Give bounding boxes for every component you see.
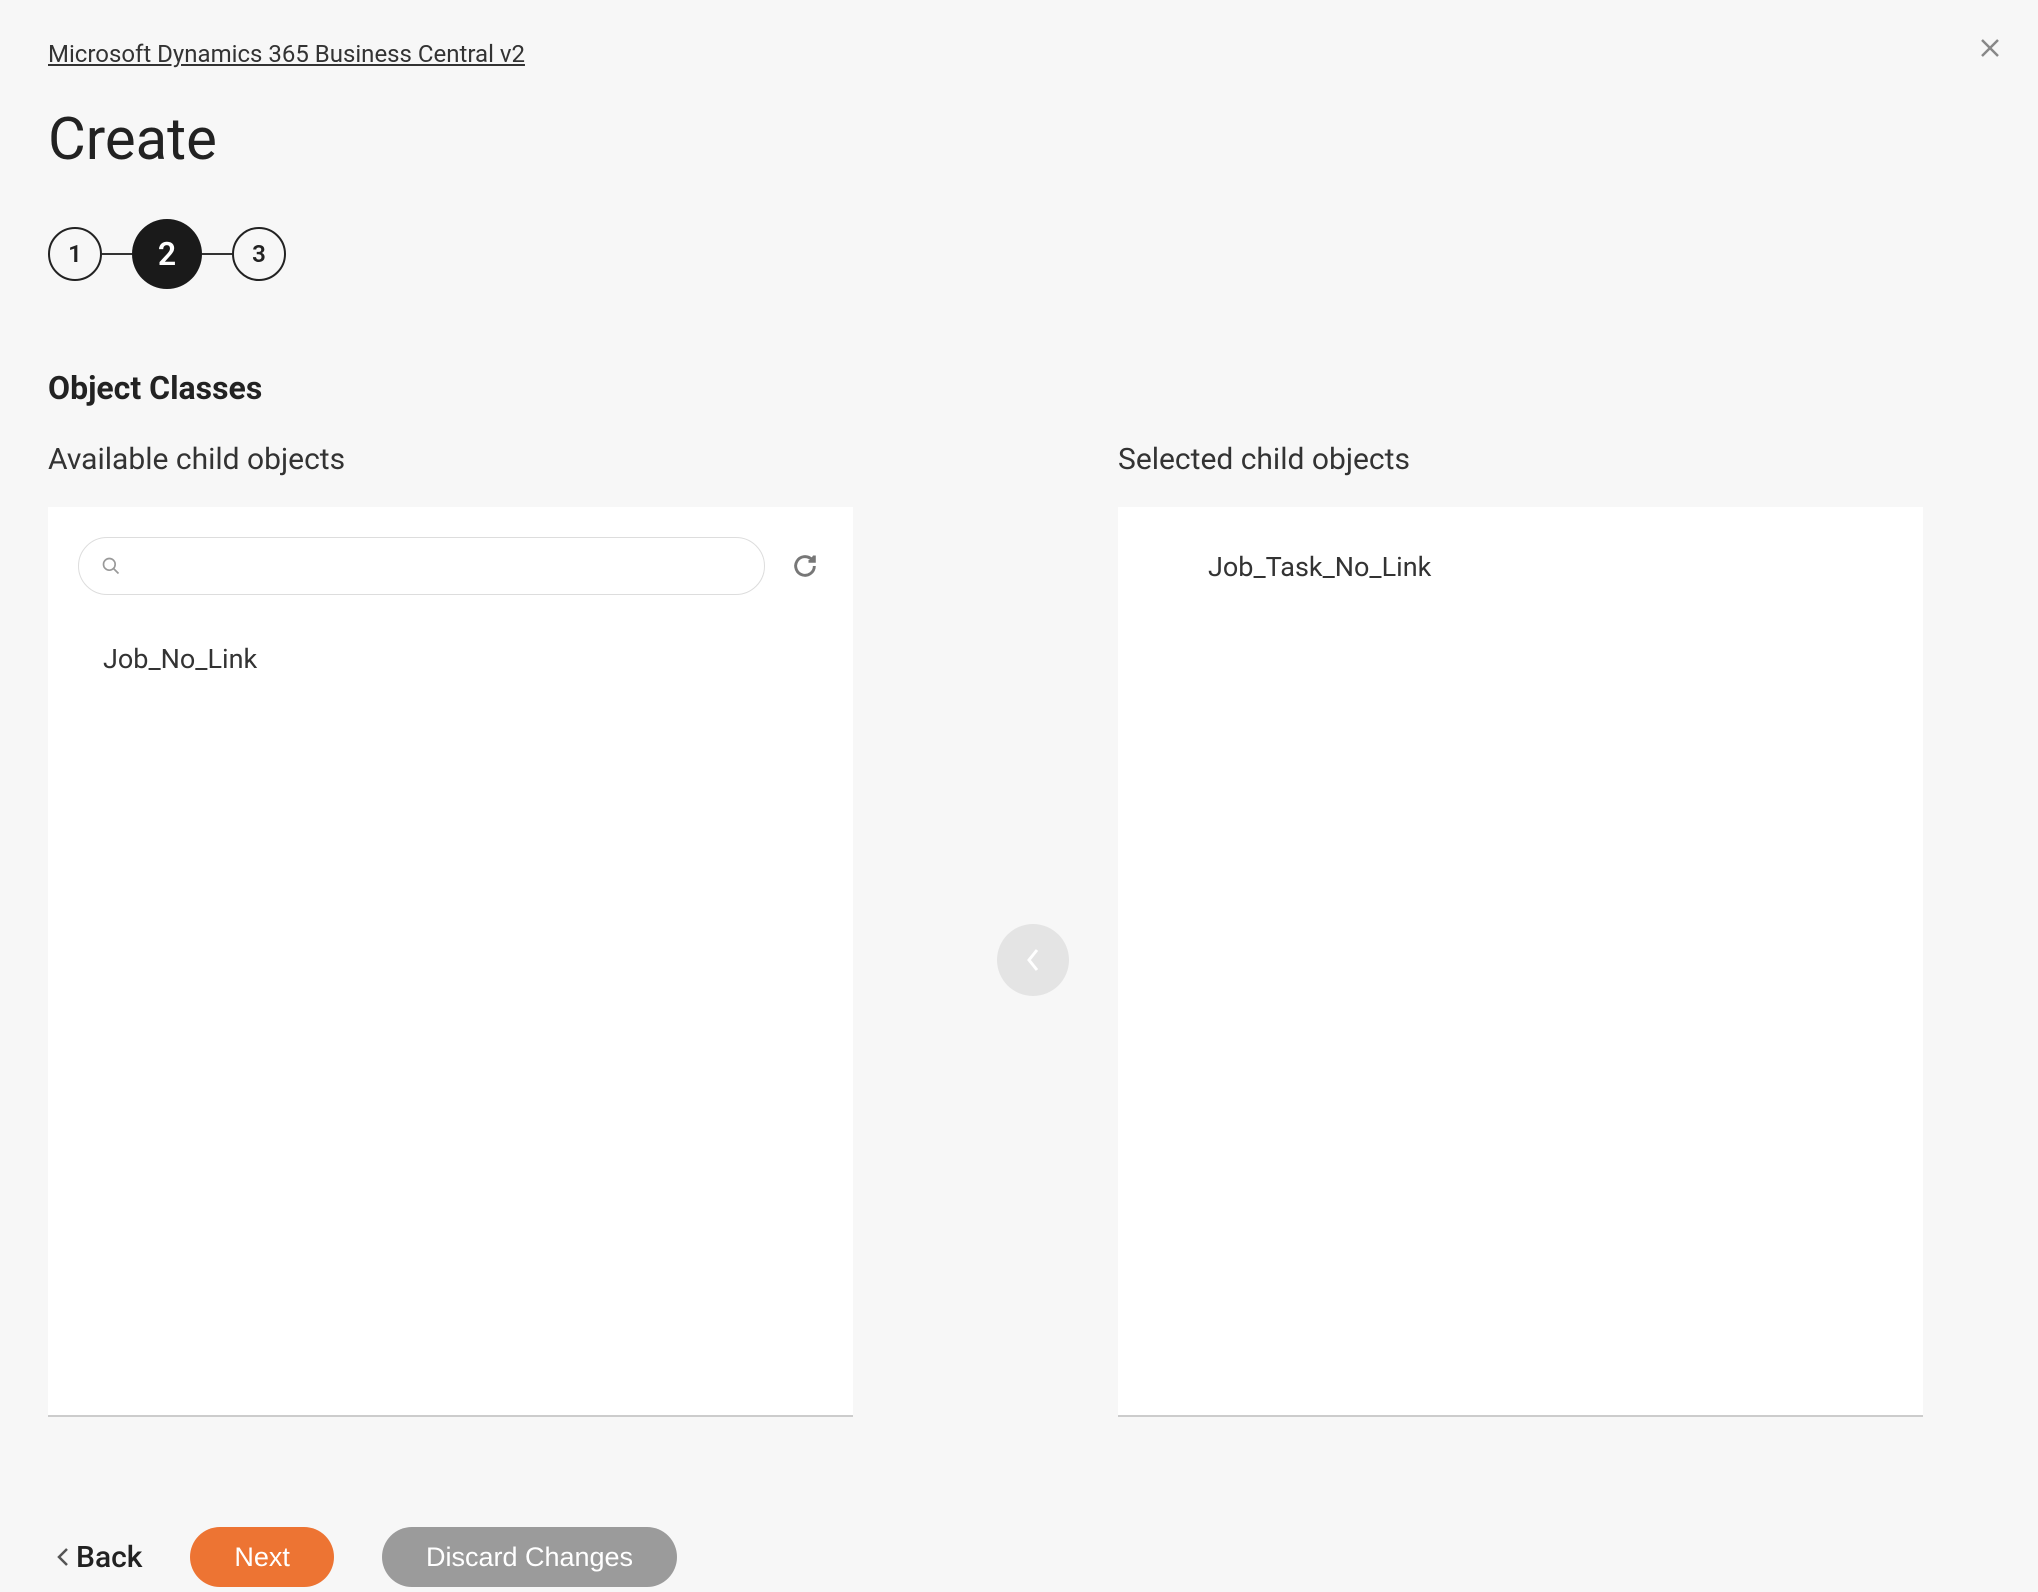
step-connector (102, 253, 132, 255)
back-button[interactable]: Back (56, 1540, 142, 1575)
available-panel: Job_No_Link (48, 507, 853, 1417)
step-1[interactable]: 1 (48, 227, 102, 281)
search-input[interactable] (131, 553, 742, 579)
step-3[interactable]: 3 (232, 227, 286, 281)
close-button[interactable] (1970, 28, 2010, 68)
refresh-button[interactable] (787, 548, 823, 584)
step-2[interactable]: 2 (132, 219, 202, 289)
chevron-left-icon (1025, 947, 1041, 973)
chevron-left-icon (56, 1546, 70, 1568)
back-label: Back (76, 1540, 142, 1575)
page-title: Create (48, 106, 1990, 174)
available-panel-label: Available child objects (48, 442, 853, 477)
search-icon (101, 556, 121, 576)
selected-item[interactable]: Job_Task_No_Link (1158, 537, 1883, 597)
close-icon (1978, 36, 2002, 60)
breadcrumb-link[interactable]: Microsoft Dynamics 365 Business Central … (48, 40, 525, 68)
refresh-icon (791, 552, 819, 580)
step-connector (202, 253, 232, 255)
search-input-wrap[interactable] (78, 537, 765, 595)
selected-panel: Job_Task_No_Link (1118, 507, 1923, 1417)
selected-panel-label: Selected child objects (1118, 442, 1923, 477)
next-button[interactable]: Next (190, 1527, 334, 1587)
move-left-button[interactable] (997, 924, 1069, 996)
stepper: 1 2 3 (48, 219, 1990, 289)
section-title: Object Classes (48, 369, 1990, 407)
available-item[interactable]: Job_No_Link (103, 631, 823, 687)
discard-button[interactable]: Discard Changes (382, 1527, 677, 1587)
